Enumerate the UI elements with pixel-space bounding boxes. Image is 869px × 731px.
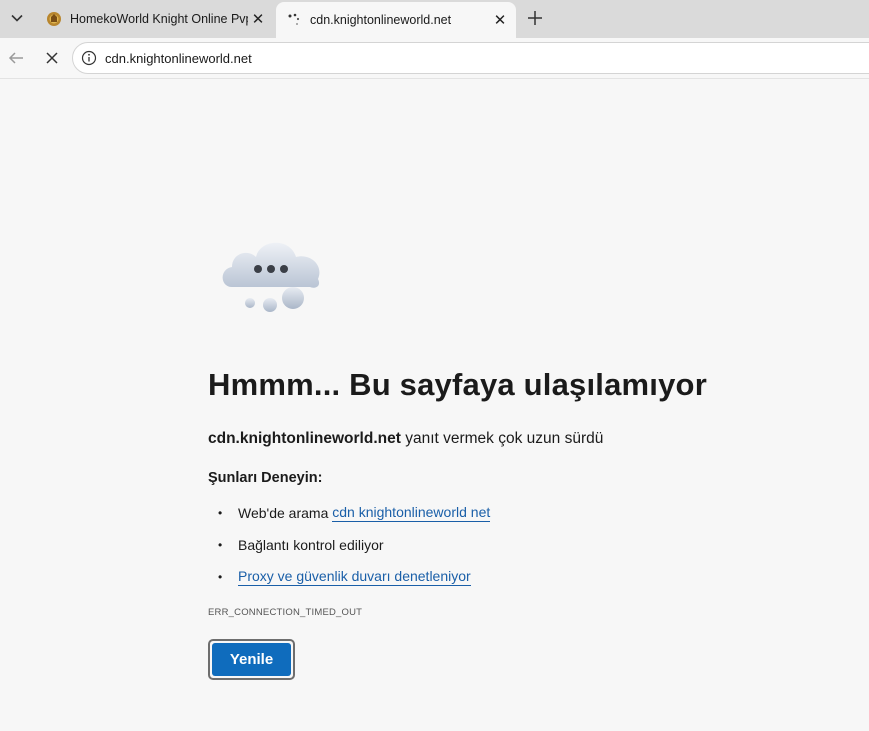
tab-homekoworld[interactable]: HomekoWorld Knight Online Pvp S ✕ bbox=[36, 2, 274, 36]
try-section-title: Şunları Deneyin: bbox=[208, 470, 323, 486]
tab-strip: HomekoWorld Knight Online Pvp S ✕ cdn.kn… bbox=[0, 0, 869, 38]
web-search-link[interactable]: cdn knightonlineworld net bbox=[332, 504, 491, 522]
reload-button-label[interactable]: Yenile bbox=[212, 643, 291, 676]
close-tab-icon[interactable]: ✕ bbox=[490, 10, 510, 30]
suggestion-text: Web'de arama bbox=[238, 505, 333, 521]
error-description-text: yanıt vermek çok uzun sürdü bbox=[400, 430, 604, 447]
plus-icon bbox=[528, 11, 542, 25]
tab-actions-menu-button[interactable] bbox=[4, 5, 30, 31]
close-icon bbox=[46, 52, 58, 64]
info-circle-icon[interactable] bbox=[81, 50, 97, 66]
tab-cdn-knightonlineworld[interactable]: cdn.knightonlineworld.net ✕ bbox=[276, 2, 516, 38]
list-item: • Web'de arama cdn knightonlineworld net bbox=[218, 497, 491, 529]
bullet: • bbox=[218, 570, 223, 584]
tab-title: HomekoWorld Knight Online Pvp S bbox=[70, 12, 248, 26]
bullet: • bbox=[218, 506, 223, 520]
suggestion-text: Bağlantı kontrol ediliyor bbox=[238, 537, 384, 553]
bullet: • bbox=[218, 538, 223, 552]
error-heading: Hmmm... Bu sayfaya ulaşılamıyor bbox=[208, 367, 707, 402]
arrow-left-icon bbox=[8, 52, 23, 64]
list-item: • Bağlantı kontrol ediliyor bbox=[218, 529, 490, 561]
tab-title: cdn.knightonlineworld.net bbox=[310, 13, 452, 27]
error-page: Hmmm... Bu sayfaya ulaşılamıyor cdn.knig… bbox=[0, 79, 869, 731]
error-description: cdn.knightonlineworld.net yanıt vermek ç… bbox=[208, 430, 603, 448]
reload-button[interactable]: Yenile bbox=[208, 639, 295, 680]
stop-loading-button[interactable] bbox=[38, 44, 66, 72]
chevron-down-icon bbox=[11, 14, 23, 22]
new-tab-button[interactable] bbox=[522, 5, 548, 31]
address-bar[interactable]: cdn.knightonlineworld.net bbox=[72, 42, 869, 74]
back-button[interactable] bbox=[2, 44, 30, 72]
check-proxy-firewall-link[interactable]: Proxy ve güvenlik duvarı denetleniyor bbox=[238, 568, 471, 586]
error-host: cdn.knightonlineworld.net bbox=[208, 430, 401, 447]
error-code: ERR_CONNECTION_TIMED_OUT bbox=[208, 607, 363, 618]
close-tab-icon[interactable]: ✕ bbox=[248, 9, 268, 29]
list-item: • Proxy ve güvenlik duvarı denetleniyor bbox=[218, 561, 490, 593]
suggestions-list: • Web'de arama cdn knightonlineworld net… bbox=[218, 497, 491, 593]
url-text[interactable]: cdn.knightonlineworld.net bbox=[105, 51, 252, 66]
cloud-thinking-icon bbox=[222, 242, 320, 312]
loading-spinner-icon bbox=[288, 13, 300, 25]
knight-crest-icon bbox=[47, 12, 61, 26]
navigation-toolbar: cdn.knightonlineworld.net bbox=[0, 38, 869, 79]
